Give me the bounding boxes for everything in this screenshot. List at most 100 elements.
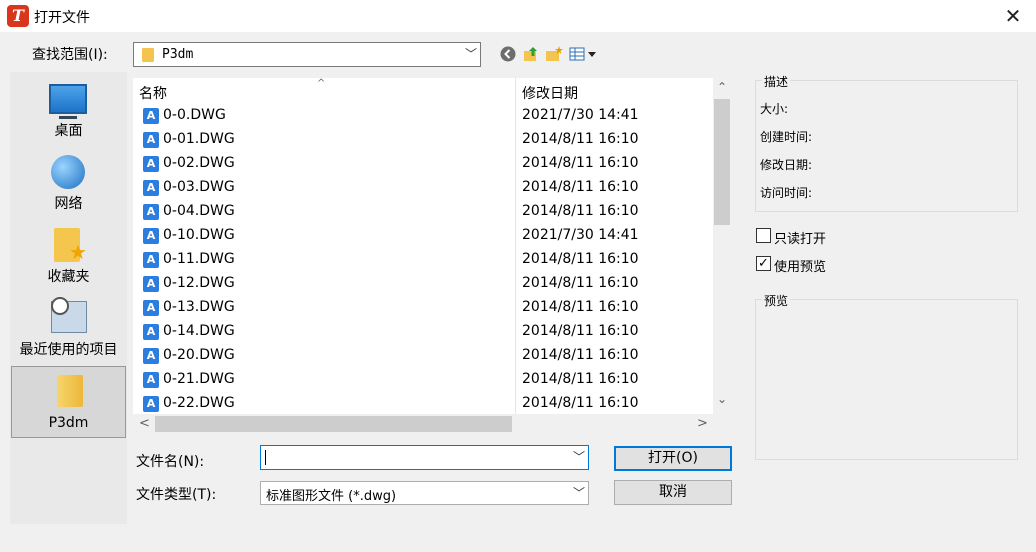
- lookin-combo[interactable]: P3dm ﹀: [133, 42, 481, 67]
- table-row[interactable]: A 0-12.DWG 2014/8/11 16:10: [133, 272, 713, 296]
- chevron-down-icon[interactable]: ﹀: [465, 45, 477, 62]
- cancel-button[interactable]: 取消: [614, 480, 732, 505]
- file-date: 2014/8/11 16:10: [522, 155, 639, 171]
- place-label: 桌面: [54, 123, 83, 139]
- filetype-select[interactable]: 标准图形文件 (*.dwg) ﹀: [260, 481, 589, 505]
- table-row[interactable]: A 0-03.DWG 2014/8/11 16:10: [133, 176, 713, 200]
- table-row[interactable]: A 0-10.DWG 2021/7/30 14:41: [133, 224, 713, 248]
- table-row[interactable]: A 0-11.DWG 2014/8/11 16:10: [133, 248, 713, 272]
- scroll-down-icon[interactable]: ⌄: [713, 392, 731, 406]
- file-date: 2014/8/11 16:10: [522, 251, 639, 267]
- file-date: 2014/8/11 16:10: [522, 347, 639, 363]
- lookin-value: P3dm: [162, 47, 194, 62]
- place-label: P3dm: [48, 415, 89, 431]
- place-label: 收藏夹: [47, 269, 90, 285]
- dwg-file-icon: A: [143, 300, 159, 316]
- sort-ascending-icon: ^: [317, 78, 326, 89]
- file-date: 2014/8/11 16:10: [522, 395, 639, 411]
- file-date: 2014/8/11 16:10: [522, 323, 639, 339]
- table-row[interactable]: A 0-13.DWG 2014/8/11 16:10: [133, 296, 713, 320]
- created-label: 创建时间:: [760, 130, 813, 144]
- file-name: 0-10.DWG: [163, 227, 235, 243]
- place-network[interactable]: 网络: [11, 147, 126, 219]
- dwg-file-icon: A: [143, 252, 159, 268]
- horizontal-scrollbar[interactable]: < >: [133, 414, 713, 434]
- dwg-file-icon: A: [143, 108, 159, 124]
- readonly-checkbox[interactable]: [756, 228, 771, 243]
- up-folder-icon[interactable]: [522, 45, 540, 63]
- preview-group: 预览: [755, 292, 1018, 460]
- vertical-scrollbar[interactable]: ⌃ ⌄: [713, 78, 731, 414]
- dwg-file-icon: A: [143, 156, 159, 172]
- column-header-date[interactable]: 修改日期: [522, 83, 578, 103]
- column-header-name[interactable]: 名称: [139, 83, 167, 103]
- scroll-left-icon[interactable]: <: [139, 416, 150, 431]
- file-name: 0-11.DWG: [163, 251, 235, 267]
- new-folder-icon[interactable]: [545, 45, 563, 63]
- folder-icon: [57, 375, 83, 407]
- title-bar: T 打开文件 ✕: [0, 0, 1036, 32]
- view-menu-icon[interactable]: [569, 45, 599, 63]
- scroll-thumb[interactable]: [155, 416, 512, 432]
- file-name: 0-21.DWG: [163, 371, 235, 387]
- star-icon: ★: [69, 240, 87, 264]
- lookin-label: 查找范围(I):: [32, 47, 108, 63]
- place-p3dm[interactable]: P3dm: [11, 366, 126, 438]
- clock-icon: [51, 297, 69, 315]
- close-button[interactable]: ✕: [1000, 4, 1026, 28]
- file-name: 0-22.DWG: [163, 395, 235, 411]
- file-date: 2021/7/30 14:41: [522, 107, 639, 123]
- table-row[interactable]: A 0-22.DWG 2014/8/11 16:10: [133, 392, 713, 416]
- filetype-label: 文件类型(T):: [136, 487, 217, 503]
- file-date: 2014/8/11 16:10: [522, 275, 639, 291]
- table-row[interactable]: A 0-0.DWG 2021/7/30 14:41: [133, 104, 713, 128]
- back-icon[interactable]: [499, 45, 517, 63]
- file-name: 0-12.DWG: [163, 275, 235, 291]
- text-caret: [265, 450, 266, 465]
- file-name: 0-0.DWG: [163, 107, 226, 123]
- open-button[interactable]: 打开(O): [614, 446, 732, 471]
- file-list[interactable]: 名称 ^ 修改日期 A 0-0.DWG 2021/7/30 14:41 A 0-01.D…: [133, 78, 731, 434]
- file-name: 0-14.DWG: [163, 323, 235, 339]
- chevron-down-icon[interactable]: ﹀: [573, 484, 585, 501]
- file-date: 2014/8/11 16:10: [522, 179, 639, 195]
- table-row[interactable]: A 0-20.DWG 2014/8/11 16:10: [133, 344, 713, 368]
- filename-input[interactable]: ﹀: [260, 445, 589, 470]
- table-row[interactable]: A 0-04.DWG 2014/8/11 16:10: [133, 200, 713, 224]
- window-title: 打开文件: [34, 10, 90, 26]
- dwg-file-icon: A: [143, 228, 159, 244]
- file-name: 0-13.DWG: [163, 299, 235, 315]
- file-name: 0-04.DWG: [163, 203, 235, 219]
- dwg-file-icon: A: [143, 180, 159, 196]
- file-date: 2021/7/30 14:41: [522, 227, 639, 243]
- place-label: 最近使用的项目: [19, 342, 118, 358]
- scroll-thumb[interactable]: [714, 99, 730, 225]
- place-desktop[interactable]: 桌面: [11, 74, 126, 146]
- describe-title: 描述: [762, 73, 791, 90]
- file-name: 0-01.DWG: [163, 131, 235, 147]
- table-row[interactable]: A 0-14.DWG 2014/8/11 16:10: [133, 320, 713, 344]
- filetype-value: 标准图形文件 (*.dwg): [266, 489, 397, 504]
- scroll-right-icon[interactable]: >: [697, 416, 708, 431]
- place-recent[interactable]: 最近使用的项目: [11, 293, 126, 365]
- place-favorites[interactable]: ★ 收藏夹: [11, 220, 126, 292]
- dwg-file-icon: A: [143, 132, 159, 148]
- file-date: 2014/8/11 16:10: [522, 203, 639, 219]
- accessed-label: 访问时间:: [760, 186, 813, 200]
- dwg-file-icon: A: [143, 396, 159, 412]
- place-label: 网络: [54, 196, 83, 212]
- file-name: 0-02.DWG: [163, 155, 235, 171]
- app-logo-icon: T: [7, 5, 29, 27]
- table-row[interactable]: A 0-02.DWG 2014/8/11 16:10: [133, 152, 713, 176]
- file-name: 0-20.DWG: [163, 347, 235, 363]
- scroll-up-icon[interactable]: ⌃: [713, 80, 731, 94]
- chevron-down-icon[interactable]: ﹀: [573, 448, 585, 465]
- describe-group: 描述 大小: 创建时间: 修改日期: 访问时间:: [755, 73, 1018, 212]
- folder-icon: [142, 48, 154, 62]
- table-row[interactable]: A 0-01.DWG 2014/8/11 16:10: [133, 128, 713, 152]
- use-preview-checkbox[interactable]: ✓: [756, 256, 771, 271]
- places-bar: 桌面 网络 ★ 收藏夹 最近使用的项目 P3dm: [10, 72, 127, 524]
- use-preview-label: 使用预览: [774, 260, 827, 275]
- table-row[interactable]: A 0-21.DWG 2014/8/11 16:10: [133, 368, 713, 392]
- size-label: 大小:: [760, 102, 789, 116]
